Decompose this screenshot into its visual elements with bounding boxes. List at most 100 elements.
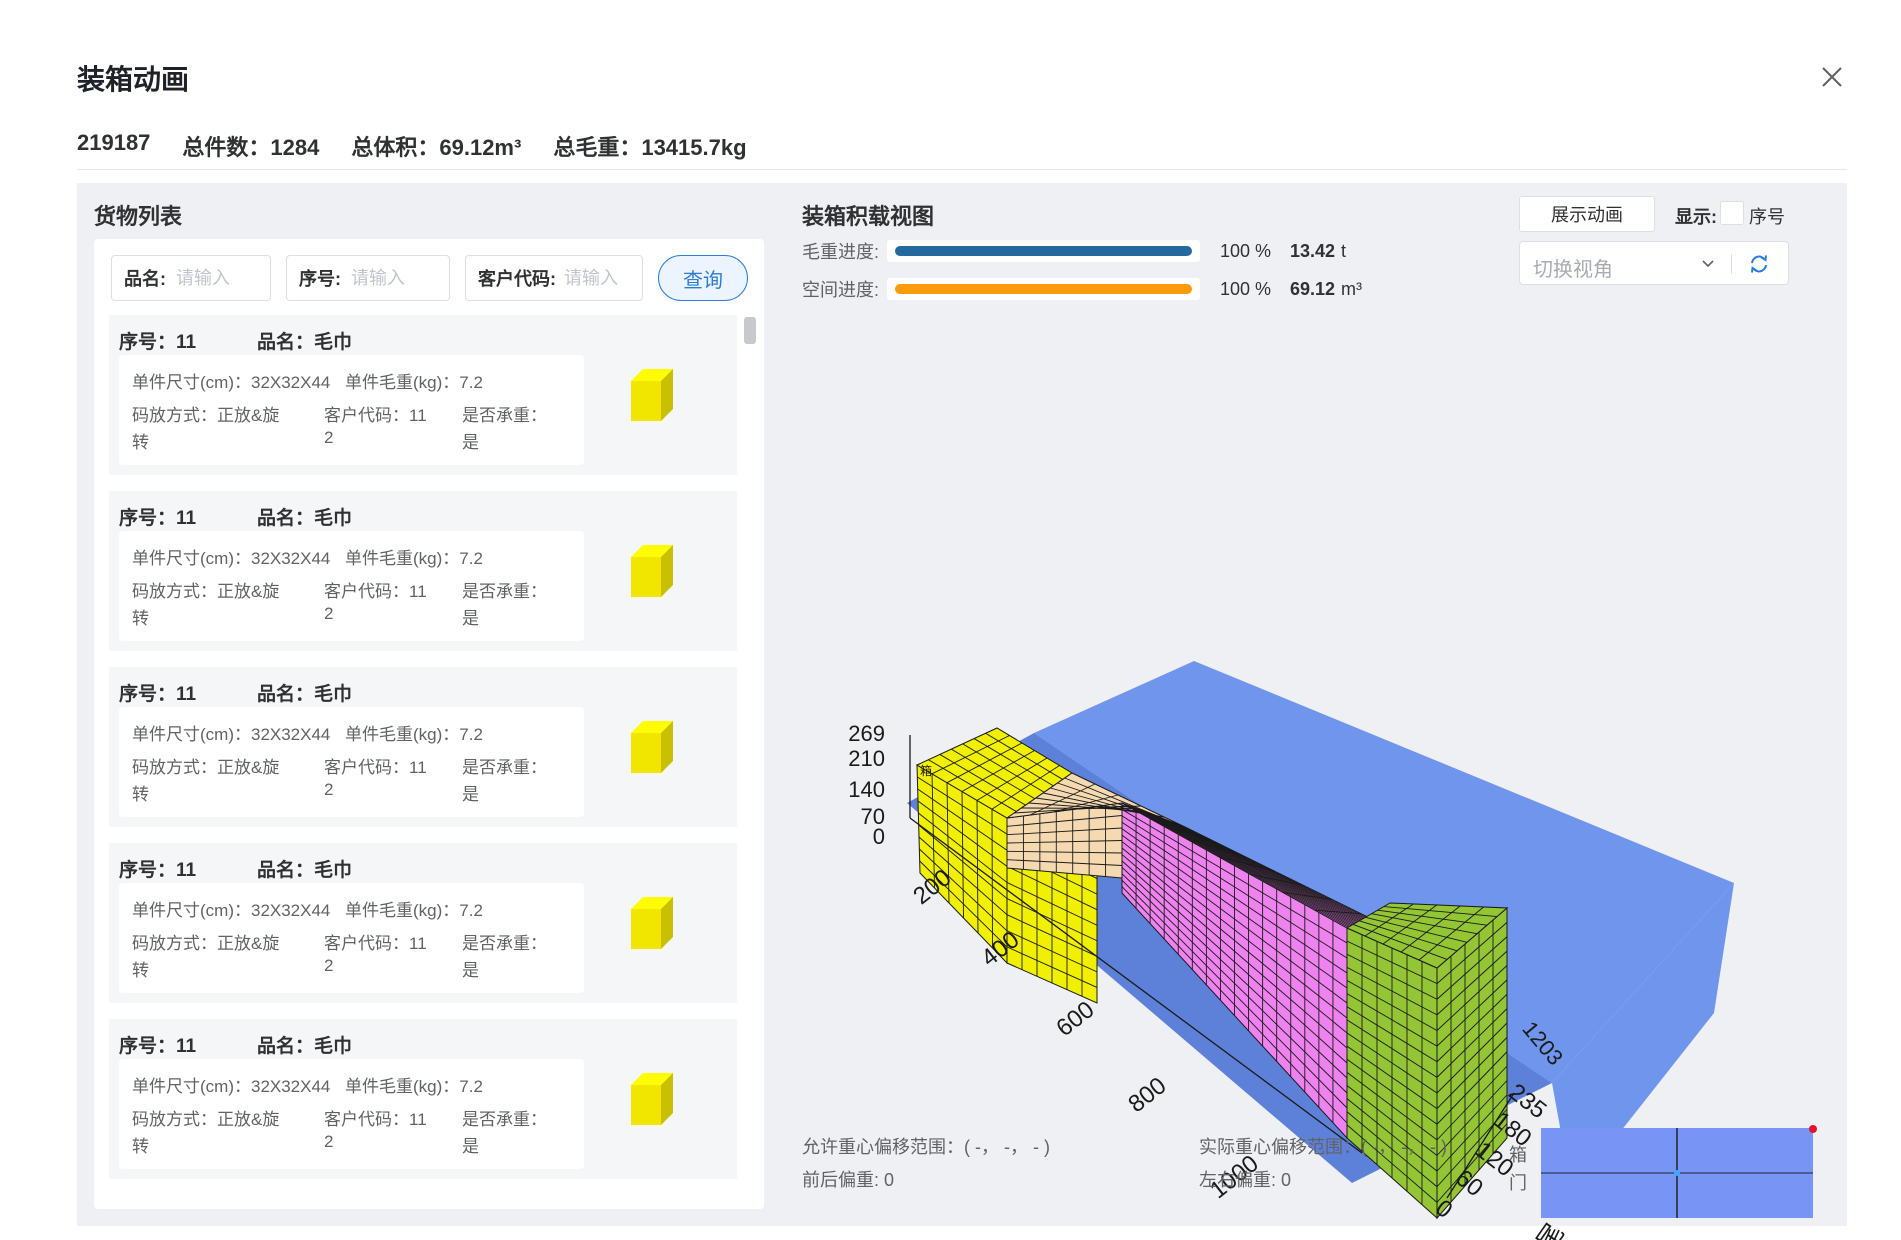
item-load-bearing: 是否承重： xyxy=(462,582,547,601)
close-button[interactable] xyxy=(1817,62,1847,92)
space-progress-value: 69.12 xyxy=(1290,278,1336,299)
item-weight: 单件毛重(kg)：7.2 xyxy=(345,725,483,744)
item-weight: 单件毛重(kg)：7.2 xyxy=(345,901,483,920)
item-name: 品名：毛巾 xyxy=(257,508,353,529)
item-name: 品名：毛巾 xyxy=(257,860,353,881)
seq-filter-label: 序号: xyxy=(299,269,341,289)
list-item[interactable]: 序号：11 品名：毛巾单件尺寸(cm)：32X32X44 单件毛重(kg)：7.2 码… xyxy=(109,667,737,827)
item-seq: 序号：11 xyxy=(119,332,197,353)
space-progress-fill xyxy=(895,284,1192,294)
name-input[interactable] xyxy=(176,267,266,289)
item-name: 品名：毛巾 xyxy=(257,684,353,705)
item-customer-code: 客户代码：11 xyxy=(324,582,427,601)
seq-filter: 序号: xyxy=(286,255,450,301)
cube-icon xyxy=(631,897,673,949)
item-header: 序号：11 品名：毛巾 xyxy=(119,679,352,706)
door-label: 箱门 xyxy=(1509,1145,1527,1193)
item-load-bearing: 是否承重： xyxy=(462,934,547,953)
length-tick-label: 800 xyxy=(1123,1072,1171,1118)
item-header: 序号：11 品名：毛巾 xyxy=(119,503,352,530)
weight-progress-percent: 100 % xyxy=(1220,240,1272,261)
item-header: 序号：11 品名：毛巾 xyxy=(119,855,352,882)
item-seq: 序号：11 xyxy=(119,508,197,529)
item-detail: 单件尺寸(cm)：32X32X44 单件毛重(kg)：7.2 码放方式：正放&旋转 客… xyxy=(119,355,584,465)
weight-progress-fill xyxy=(895,246,1192,256)
container-id: 219187 xyxy=(77,130,151,155)
item-stack-mode-cont: 转 xyxy=(132,961,149,980)
refresh-icon[interactable] xyxy=(1748,253,1770,275)
item-seq: 序号：11 xyxy=(119,1036,197,1057)
cube-icon xyxy=(631,545,673,597)
item-load-bearing: 是否承重： xyxy=(462,1110,547,1129)
weight-progress-label: 毛重进度: xyxy=(802,242,880,262)
select-separator xyxy=(1731,254,1732,274)
loading-view-title: 装箱积载视图 xyxy=(802,204,935,229)
weight-progress-track xyxy=(887,240,1200,262)
list-item[interactable]: 序号：11 品名：毛巾 单件尺寸(cm)：32X32X44 单件毛重(kg)：7.2 码… xyxy=(109,491,737,651)
cube-icon xyxy=(631,721,673,773)
space-progress-track xyxy=(887,278,1200,300)
item-size: 单件尺寸(cm)：32X32X44 xyxy=(132,1077,331,1096)
item-load-bearing-value: 是 xyxy=(462,609,479,628)
item-stack-mode: 码放方式：正放&旋 xyxy=(132,406,280,425)
seq-checkbox[interactable] xyxy=(1720,201,1744,225)
item-size: 单件尺寸(cm)：32X32X44 xyxy=(132,549,331,568)
customer-input[interactable] xyxy=(564,267,634,289)
weight-progress-value: 13.42 xyxy=(1290,240,1336,261)
item-customer-code: 客户代码：11 xyxy=(324,1110,427,1129)
length-tick-label: 600 xyxy=(1051,996,1099,1042)
customer-filter-label: 客户代码: xyxy=(478,269,556,289)
chevron-down-icon[interactable] xyxy=(1700,256,1716,272)
item-load-bearing-value: 是 xyxy=(462,1137,479,1156)
item-stack-mode-cont: 转 xyxy=(132,609,149,628)
total-count: 总件数：1284 xyxy=(182,135,320,160)
item-size: 单件尺寸(cm)：32X32X44 xyxy=(132,725,331,744)
height-tick-label: 210 xyxy=(848,746,885,771)
item-stack-mode: 码放方式：正放&旋 xyxy=(132,1110,280,1129)
item-customer-code-cont: 2 xyxy=(324,604,334,623)
item-detail: 单件尺寸(cm)：32X32X44 单件毛重(kg)：7.2 码放方式：正放&旋转 客… xyxy=(119,707,584,817)
total-weight: 总毛重：13415.7kg xyxy=(553,135,747,160)
query-button[interactable]: 查询 xyxy=(658,255,748,301)
cg-minimap xyxy=(1541,1125,1817,1218)
seq-checkbox-label[interactable]: 序号 xyxy=(1749,203,1785,229)
item-stack-mode-cont: 转 xyxy=(132,1137,149,1156)
goods-list-card: 品名: 序号: 客户代码: 查询 序号：11品名：毛巾单件尺寸(cm)：32X3… xyxy=(94,239,764,1209)
item-stack-mode: 码放方式：正放&旋 xyxy=(132,758,280,777)
item-size: 单件尺寸(cm)：32X32X44 xyxy=(132,901,331,920)
container-3d-view[interactable]: 2692101407002004006008001000120323518012… xyxy=(802,473,1802,1240)
item-load-bearing-value: 是 xyxy=(462,785,479,804)
goods-items[interactable]: 序号：11 品名：毛巾 单件尺寸(cm)：32X32X44 单件毛重(kg)：7.2 码… xyxy=(109,315,741,1199)
list-scrollbar[interactable] xyxy=(744,317,756,344)
item-detail: 单件尺寸(cm)：32X32X44 单件毛重(kg)：7.2 码放方式：正放&旋转 客… xyxy=(119,1059,584,1169)
space-progress-unit: m³ xyxy=(1341,278,1363,299)
height-tick-label: 140 xyxy=(848,777,885,802)
tail-axis-label: 箱尾 xyxy=(1515,1218,1569,1240)
height-axis-label: 箱 xyxy=(920,763,932,778)
item-stack-mode: 码放方式：正放&旋 xyxy=(132,582,280,601)
item-load-bearing: 是否承重： xyxy=(462,406,547,425)
item-stack-mode-cont: 转 xyxy=(132,785,149,804)
allowed-cg-range: 允许重心偏移范围：( -， -， - ) xyxy=(802,1137,1050,1157)
close-icon[interactable] xyxy=(1817,62,1847,92)
name-filter-label: 品名: xyxy=(124,269,166,289)
goods-list-title: 货物列表 xyxy=(94,204,183,229)
name-filter: 品名: xyxy=(111,255,271,301)
item-header: 序号：11 品名：毛巾 xyxy=(119,327,352,354)
item-seq: 序号：11 xyxy=(119,860,197,881)
view-select[interactable]: 切换视角 xyxy=(1519,241,1789,285)
item-customer-code-cont: 2 xyxy=(324,428,334,447)
space-progress: 空间进度: 100 % 69.12 m³ xyxy=(802,276,1362,302)
divider xyxy=(77,169,1847,170)
space-progress-percent: 100 % xyxy=(1220,278,1272,299)
show-animation-button[interactable]: 展示动画 xyxy=(1519,196,1655,232)
height-tick-label: 0 xyxy=(873,824,885,849)
list-item[interactable]: 序号：11 品名：毛巾 单件尺寸(cm)：32X32X44 单件毛重(kg)：7.2 码… xyxy=(109,843,737,1003)
front-back-weight: 前后偏重: 0 xyxy=(802,1170,895,1190)
seq-input[interactable] xyxy=(351,267,441,289)
list-item[interactable]: 序号：11 品名：毛巾 单件尺寸(cm)：32X32X44 单件毛重(kg)：7.2 码… xyxy=(109,1019,737,1179)
item-weight: 单件毛重(kg)：7.2 xyxy=(345,373,483,392)
total-volume: 总体积：69.12m³ xyxy=(351,135,522,160)
item-customer-code: 客户代码：11 xyxy=(324,934,427,953)
list-item[interactable]: 序号：11 品名：毛巾 单件尺寸(cm)：32X32X44 单件毛重(kg)：7.2 码… xyxy=(109,315,737,475)
